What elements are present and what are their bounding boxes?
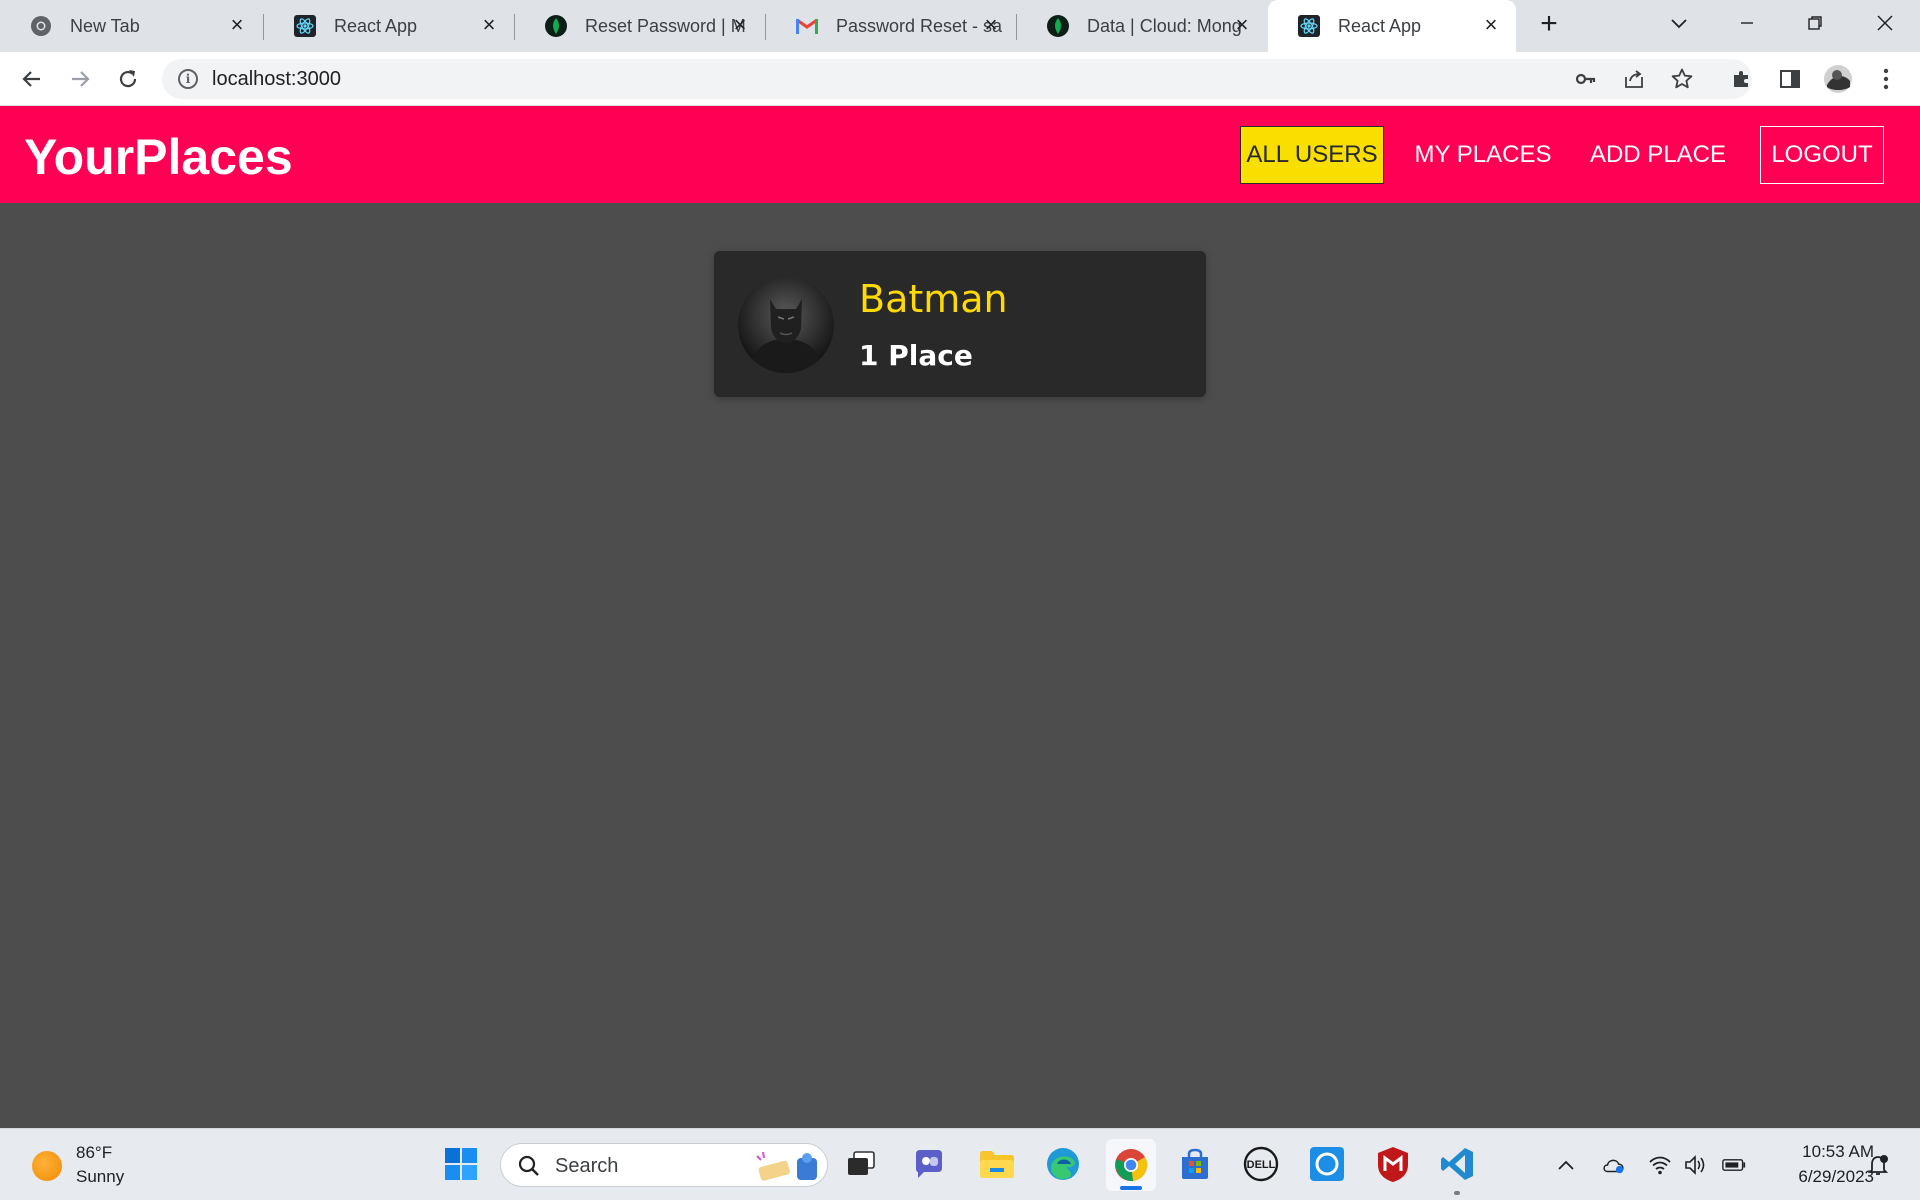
forward-arrow-icon[interactable] [66,65,94,93]
svg-text:DELL: DELL [1247,1159,1276,1171]
onedrive-cloud-icon[interactable] [1602,1153,1626,1177]
extensions-puzzle-icon[interactable] [1728,65,1756,93]
cortana-icon[interactable] [1306,1143,1348,1185]
back-arrow-icon[interactable] [18,65,46,93]
new-tab-button[interactable]: + [1534,9,1564,40]
close-icon[interactable]: × [729,14,751,36]
logout-button[interactable]: LOGOUT [1760,126,1884,184]
dell-icon[interactable]: DELL [1240,1143,1282,1185]
browser-toolbar: i localhost:3000 [0,52,1920,106]
close-icon[interactable]: × [1231,14,1253,36]
file-explorer-icon[interactable] [976,1143,1018,1185]
vscode-icon[interactable] [1436,1143,1478,1195]
battery-icon[interactable] [1722,1153,1746,1177]
notification-bell-icon[interactable] [1866,1153,1890,1177]
weather-temperature: 86°F [76,1143,113,1162]
task-view-icon[interactable] [840,1143,882,1185]
user-name: Batman [859,277,1008,321]
gmail-icon [796,15,818,37]
close-icon[interactable]: × [478,14,500,36]
clock-date: 6/29/2023 [1798,1167,1874,1186]
nav-add-place[interactable]: ADD PLACE [1580,126,1736,184]
chrome-icon [30,15,52,37]
search-highlight-icon [753,1150,821,1187]
browser-tab[interactable]: Password Reset - sa × [766,0,1016,52]
browser-tab[interactable]: Reset Password | M × [515,0,765,52]
browser-tab-strip: New Tab × React App × Reset Password | M… [0,0,1920,52]
clock-time: 10:53 AM [1802,1142,1874,1161]
react-icon [1298,15,1320,37]
sun-icon [32,1151,62,1181]
tab-title: New Tab [70,15,140,36]
close-icon[interactable]: × [1480,14,1502,36]
reload-icon[interactable] [114,65,142,93]
minimize-icon[interactable] [1732,8,1762,38]
user-avatar [738,277,834,373]
microsoft-store-icon[interactable] [1174,1143,1216,1185]
window-close-icon[interactable] [1870,8,1900,38]
bookmark-star-icon[interactable] [1670,67,1694,91]
share-icon[interactable] [1622,67,1646,91]
volume-icon[interactable] [1684,1153,1708,1177]
teams-chat-icon[interactable] [908,1143,950,1185]
mongodb-leaf-icon [545,15,567,37]
windows-taskbar: 86°F Sunny Search DELL 10:53 AM 6/29/202… [0,1128,1920,1200]
address-bar[interactable]: i localhost:3000 [162,59,1752,99]
browser-tab[interactable]: New Tab × [0,0,262,52]
side-panel-icon[interactable] [1776,65,1804,93]
search-label: Search [555,1155,619,1177]
wifi-icon[interactable] [1648,1153,1672,1177]
react-icon [294,15,316,37]
windows-start-icon[interactable] [440,1143,482,1185]
mcafee-icon[interactable] [1372,1143,1414,1185]
search-icon [517,1154,541,1183]
edge-browser-icon[interactable] [1042,1143,1084,1185]
close-icon[interactable]: × [980,14,1002,36]
user-card[interactable]: Batman 1 Place [714,251,1206,397]
weather-description: Sunny [76,1167,125,1186]
mongodb-leaf-icon [1047,15,1069,37]
chrome-taskbar-icon[interactable] [1106,1139,1156,1191]
browser-tab[interactable]: React App × [264,0,514,52]
running-indicator [1454,1191,1460,1195]
site-info-icon[interactable]: i [178,69,198,89]
chevron-up-icon[interactable] [1554,1153,1578,1177]
taskbar-search-box[interactable]: Search [500,1143,828,1187]
nav-all-users[interactable]: ALL USERS [1240,126,1384,184]
restore-icon[interactable] [1800,8,1830,38]
browser-tab-active[interactable]: React App × [1268,0,1516,52]
main-navigation-header: YourPlaces ALL USERS MY PLACES ADD PLACE… [0,106,1920,203]
close-icon[interactable]: × [226,14,248,36]
running-indicator [1120,1186,1142,1190]
nav-my-places[interactable]: MY PLACES [1406,126,1560,184]
profile-avatar[interactable] [1824,65,1852,93]
menu-kebab-icon[interactable] [1872,65,1900,93]
brand-logo-link[interactable]: YourPlaces [24,128,293,186]
tab-search-chevron-icon[interactable] [1664,8,1694,38]
url-text[interactable]: localhost:3000 [212,68,341,91]
browser-tab[interactable]: Data | Cloud: Mong × [1017,0,1267,52]
key-icon[interactable] [1574,67,1598,91]
user-place-count: 1 Place [859,339,973,372]
